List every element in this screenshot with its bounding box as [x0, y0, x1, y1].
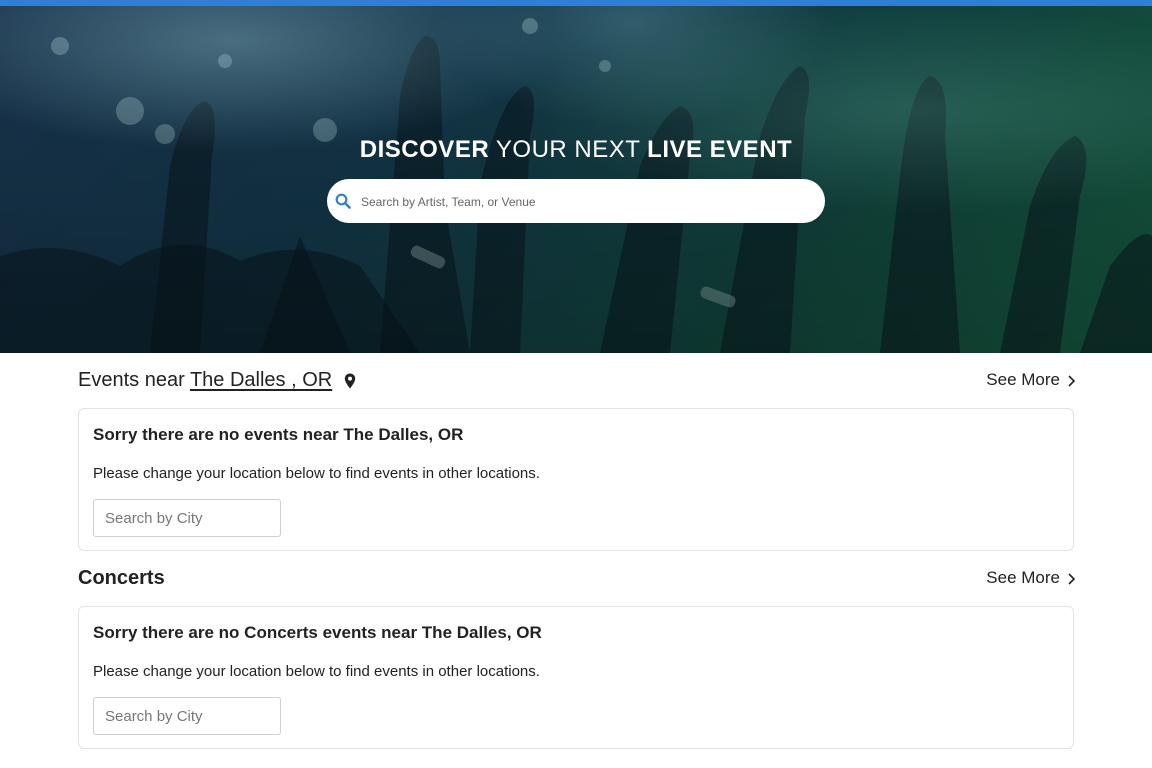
events-see-more-link[interactable]: See More	[986, 365, 1076, 395]
location-link[interactable]: The Dalles , OR	[190, 369, 332, 391]
concerts-see-more-label: See More	[986, 568, 1060, 587]
hero-title-thin: YOUR NEXT	[495, 136, 640, 163]
hero-title-bold-1: DISCOVER	[359, 136, 490, 163]
hero-search-bar[interactable]	[327, 179, 825, 223]
map-pin-icon[interactable]	[344, 373, 356, 389]
search-icon[interactable]	[335, 193, 351, 209]
no-events-card: Sorry there are no events near The Dalle…	[78, 408, 1074, 551]
chevron-right-icon	[1068, 572, 1076, 585]
hero-title: DISCOVER YOUR NEXT LIVE EVENT	[0, 136, 1152, 164]
hero-search-input[interactable]	[359, 187, 813, 217]
change-location-hint: Please change your location below to fin…	[93, 465, 540, 482]
city-search-input[interactable]	[93, 499, 281, 537]
no-concerts-card: Sorry there are no Concerts events near …	[78, 606, 1074, 749]
change-location-hint: Please change your location below to fin…	[93, 663, 540, 680]
events-near-header: Events near The Dalles , OR See More	[78, 365, 1076, 395]
events-near-title: Events near The Dalles , OR	[78, 365, 356, 395]
concerts-see-more-link[interactable]: See More	[986, 563, 1076, 593]
concerts-header: Concerts See More	[78, 563, 1076, 593]
city-search-input[interactable]	[93, 697, 281, 735]
hero-title-bold-2: LIVE EVENT	[647, 136, 793, 163]
events-see-more-label: See More	[986, 370, 1060, 389]
chevron-right-icon	[1068, 374, 1076, 387]
hero-banner: DISCOVER YOUR NEXT LIVE EVENT	[0, 6, 1152, 353]
no-events-message: Sorry there are no events near The Dalle…	[93, 425, 464, 444]
concerts-title: Concerts	[78, 567, 165, 589]
no-concerts-message: Sorry there are no Concerts events near …	[93, 623, 542, 642]
events-near-prefix: Events near	[78, 369, 185, 391]
